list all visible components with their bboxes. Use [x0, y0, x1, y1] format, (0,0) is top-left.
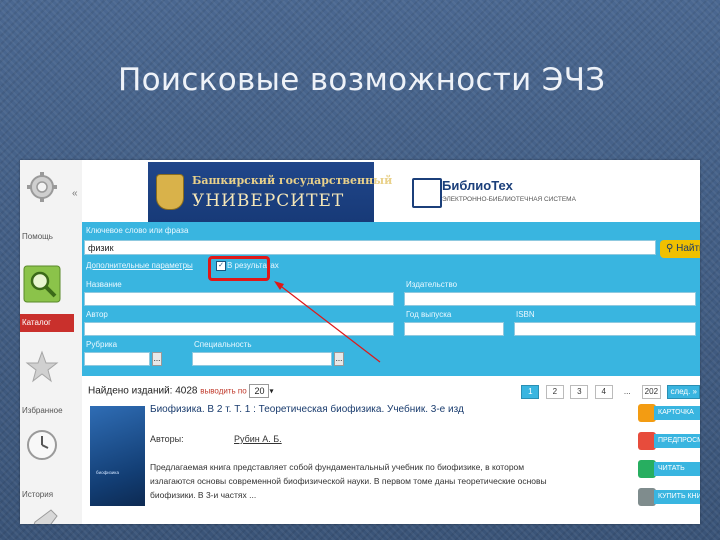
- isbn-label: ISBN: [516, 310, 535, 319]
- found-text: Найдено изданий: 4028: [88, 385, 198, 397]
- rubric-field[interactable]: [84, 352, 150, 366]
- biblio-subtitle: ЭЛЕКТРОННО-БИБЛИОТЕЧНАЯ СИСТЕМА: [442, 196, 576, 203]
- authors-label: Авторы:: [150, 434, 184, 444]
- author-link[interactable]: Рубин А. Б.: [234, 434, 282, 444]
- per-page-select[interactable]: 20: [249, 384, 270, 398]
- header-banner: Башкирский государственный УНИВЕРСИТЕТ Б…: [82, 160, 700, 222]
- buy-button[interactable]: КУПИТЬ КНИ: [638, 488, 700, 506]
- title-field[interactable]: [84, 292, 394, 306]
- book-title[interactable]: Биофизика. В 2 т. Т. 1 : Теоретическая б…: [150, 404, 464, 415]
- book-cover[interactable]: биофизика: [90, 406, 145, 506]
- sidebar-item-help[interactable]: Помощь: [22, 232, 53, 241]
- specialty-field[interactable]: [192, 352, 332, 366]
- find-button-label: Найти: [676, 243, 700, 254]
- read-button[interactable]: ЧИТАТЬ: [638, 460, 700, 478]
- university-name-line1: Башкирский государственный: [192, 174, 393, 187]
- page-link[interactable]: 3: [570, 384, 589, 399]
- screenshot-frame: « Помощь Каталог Избранное История Башки…: [20, 160, 700, 524]
- magnifier-catalog-icon[interactable]: [22, 264, 62, 304]
- buy-button-label: КУПИТЬ КНИ: [654, 490, 700, 504]
- search-panel: Ключевое слово или фраза физик ⚲ Найти Д…: [82, 222, 700, 376]
- chevron-down-icon[interactable]: ▾: [269, 387, 273, 396]
- book-description: Предлагаемая книга представляет собой фу…: [150, 462, 547, 500]
- publisher-label: Издательство: [406, 280, 458, 289]
- query-label: Ключевое слово или фраза: [86, 226, 189, 235]
- search-input[interactable]: физик: [84, 240, 656, 255]
- pagination: 1 2 3 4 ... 202 след. »: [519, 383, 700, 401]
- university-name-line2: УНИВЕРСИТЕТ: [192, 191, 345, 211]
- sidebar-item-history[interactable]: История: [22, 490, 53, 499]
- page-ellipsis: ...: [623, 386, 631, 396]
- year-label: Год выпуска: [406, 310, 452, 319]
- page-link[interactable]: 2: [545, 384, 564, 399]
- rubric-select-button[interactable]: ...: [152, 352, 162, 366]
- book-cover-text: биофизика: [96, 470, 119, 475]
- pencil-icon[interactable]: [25, 508, 59, 524]
- results-count: Найдено изданий: 4028 выводить по 20 ▾: [88, 384, 273, 398]
- sidebar-item-catalog[interactable]: Каталог: [20, 314, 74, 332]
- open-book-icon: [412, 178, 442, 208]
- sidebar: « Помощь Каталог Избранное История: [20, 160, 83, 524]
- search-icon: ⚲: [666, 243, 677, 254]
- university-crest-icon: [156, 174, 184, 210]
- sidebar-item-favorites[interactable]: Избранное: [22, 406, 63, 415]
- author-label: Автор: [86, 310, 108, 319]
- university-logo[interactable]: Башкирский государственный УНИВЕРСИТЕТ: [148, 162, 392, 222]
- next-page-button[interactable]: след. »: [667, 384, 700, 399]
- per-page-label: выводить по: [200, 386, 247, 396]
- results-area: Найдено изданий: 4028 выводить по 20 ▾ 1 …: [82, 376, 700, 524]
- rubric-label: Рубрика: [86, 340, 118, 349]
- advanced-params-link[interactable]: Дополнительные параметры: [86, 261, 193, 270]
- specialty-label: Специальность: [194, 340, 252, 349]
- card-button-label: КАРТОЧКА: [654, 406, 700, 420]
- slide-title: Поисковые возможности ЭЧЗ: [118, 62, 606, 98]
- collapse-icon[interactable]: «: [72, 188, 78, 199]
- last-page-link[interactable]: 202: [641, 384, 662, 399]
- clock-icon[interactable]: [25, 428, 59, 462]
- read-button-label: ЧИТАТЬ: [654, 462, 700, 476]
- gear-icon[interactable]: [25, 170, 59, 204]
- isbn-field[interactable]: [514, 322, 696, 336]
- card-button[interactable]: КАРТОЧКА: [638, 404, 700, 422]
- preview-button[interactable]: ПРЕДПРОСМ: [638, 432, 700, 450]
- star-icon[interactable]: [25, 350, 59, 384]
- year-field[interactable]: [404, 322, 504, 336]
- find-button[interactable]: ⚲ Найти: [660, 240, 700, 258]
- page-link[interactable]: 4: [594, 384, 613, 399]
- biblio-name: БиблиоТех: [442, 178, 513, 193]
- specialty-select-button[interactable]: ...: [334, 352, 344, 366]
- preview-button-label: ПРЕДПРОСМ: [654, 434, 700, 448]
- title-label: Название: [86, 280, 122, 289]
- checkbox-highlight-box: [208, 256, 270, 281]
- page-link[interactable]: 1: [521, 384, 540, 399]
- publisher-field[interactable]: [404, 292, 696, 306]
- author-field[interactable]: [84, 322, 394, 336]
